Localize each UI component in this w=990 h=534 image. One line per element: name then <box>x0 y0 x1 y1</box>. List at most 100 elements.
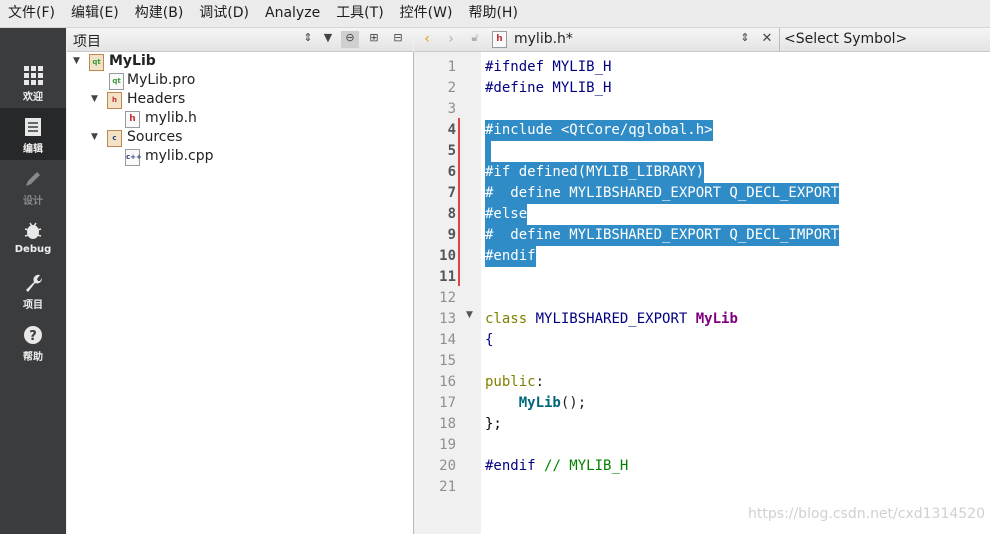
code-line-5 <box>485 141 491 162</box>
menu-help[interactable]: 帮助(H) <box>460 0 525 27</box>
document-icon <box>25 118 41 136</box>
code-line-6: #if defined(MYLIB_LIBRARY) <box>485 162 705 183</box>
lock-icon: 🔓︎ <box>471 31 479 44</box>
back-arrow-icon[interactable]: ‹ <box>418 31 436 48</box>
tree-item-label: mylib.cpp <box>145 148 214 164</box>
sources-folder-icon: c <box>107 130 122 147</box>
fold-arrow-icon[interactable]: ▼ <box>466 310 473 320</box>
line-number: 6 <box>447 164 456 180</box>
line-number: 1 <box>447 59 456 75</box>
menu-analyze[interactable]: Analyze <box>257 0 328 27</box>
code-line-17: MyLib(); <box>518 395 587 411</box>
comment-token: // MYLIB_H <box>544 458 629 474</box>
file-dropdown-icon[interactable]: ⇕ <box>736 31 754 48</box>
code-line-18: }; <box>485 416 502 432</box>
code-line-13: class MYLIBSHARED_EXPORT MyLib <box>485 309 738 330</box>
toolbar-divider <box>779 28 780 51</box>
project-folder-icon: qt <box>89 54 104 71</box>
line-number: 13 <box>439 311 456 327</box>
code-line-16: public: <box>485 374 545 390</box>
line-number: 21 <box>439 479 456 495</box>
endif-token: #endif <box>485 458 536 474</box>
line-number: 16 <box>439 374 456 390</box>
expand-arrow-icon[interactable]: ▼ <box>73 52 80 71</box>
line-number: 2 <box>447 80 456 96</box>
line-number: 10 <box>439 248 456 264</box>
menu-build[interactable]: 构建(B) <box>127 0 192 27</box>
mode-label: 帮助 <box>23 352 43 363</box>
project-pane-header: 项目 ⇕ ▼ ⊖ ⊞ ⊟ <box>67 28 413 52</box>
change-marker <box>458 118 460 286</box>
line-number: 17 <box>439 395 456 411</box>
line-number: 12 <box>439 290 456 306</box>
filter-icon[interactable]: ▼ <box>319 31 337 48</box>
mode-label: 设计 <box>23 196 43 207</box>
wrench-icon <box>26 274 43 292</box>
line-number: 7 <box>447 185 456 201</box>
project-pane-title[interactable]: 项目 <box>73 31 101 51</box>
line-number: 20 <box>439 458 456 474</box>
forward-arrow-icon[interactable]: › <box>442 31 460 48</box>
line-number: 11 <box>439 269 456 285</box>
tree-item-label: MyLib <box>109 53 156 69</box>
pencil-icon <box>26 172 40 186</box>
line-number: 18 <box>439 416 456 432</box>
tree-item-label: mylib.h <box>145 110 197 126</box>
tree-item-label: Headers <box>127 91 186 107</box>
line-number: 14 <box>439 332 456 348</box>
line-number: 3 <box>447 101 456 117</box>
keyword-public: public <box>485 374 536 390</box>
bug-icon <box>24 222 42 239</box>
mode-debug[interactable]: Debug <box>0 212 66 264</box>
expand-arrow-icon[interactable]: ▼ <box>91 128 98 147</box>
menu-edit[interactable]: 编辑(E) <box>63 0 127 27</box>
symbol-selector[interactable]: <Select Symbol> <box>784 31 907 47</box>
editor-toolbar: ‹ › 🔓︎ h mylib.h* ⇕ ✕ <Select Symbol> <box>414 28 990 52</box>
mode-label: 欢迎 <box>23 92 43 103</box>
macro-token: MYLIBSHARED_EXPORT <box>535 311 688 327</box>
class-name-token: MyLib <box>695 311 738 327</box>
line-number: 4 <box>447 122 456 138</box>
code-line-14: { <box>485 332 494 348</box>
menu-tools[interactable]: 工具(T) <box>328 0 391 27</box>
constructor-token: MyLib <box>518 395 561 411</box>
mode-label: Debug <box>14 244 52 255</box>
link-editor-icon[interactable]: ⊖ <box>341 31 359 48</box>
code-line-2: #define MYLIB_H <box>485 80 612 96</box>
mode-edit[interactable]: 编辑 <box>0 108 66 160</box>
project-tree: ▼ qt MyLib qt MyLib.pro ▼ h Headers h my… <box>67 52 414 534</box>
tree-item-label: Sources <box>127 129 183 145</box>
svg-text:?: ? <box>29 329 37 344</box>
code-editor[interactable]: #ifndef MYLIB_H #define MYLIB_H #include… <box>481 52 990 534</box>
mode-label: 编辑 <box>23 144 43 155</box>
mode-design: 设计 <box>0 160 66 212</box>
close-file-icon[interactable]: ✕ <box>758 31 776 48</box>
line-number: 8 <box>447 206 456 222</box>
expand-arrow-icon[interactable]: ▼ <box>91 90 98 109</box>
code-line-1: #ifndef MYLIB_H <box>485 59 612 75</box>
grid-icon <box>24 66 43 85</box>
menu-debug[interactable]: 调试(D) <box>191 0 257 27</box>
close-pane-icon[interactable]: ⊟ <box>389 31 407 48</box>
headers-folder-icon: h <box>107 92 122 109</box>
open-file-name[interactable]: mylib.h* <box>514 31 573 47</box>
code-line-9: # define MYLIBSHARED_EXPORT Q_DECL_IMPOR… <box>485 225 840 246</box>
code-line-20: #endif // MYLIB_H <box>485 456 628 477</box>
code-line-7: # define MYLIBSHARED_EXPORT Q_DECL_EXPOR… <box>485 183 840 204</box>
mode-label: 项目 <box>23 300 43 311</box>
mode-projects[interactable]: 项目 <box>0 264 66 316</box>
keyword-class: class <box>485 311 528 327</box>
header-file-icon: h <box>125 111 140 128</box>
view-select-icon[interactable]: ⇕ <box>299 31 317 48</box>
mode-help[interactable]: ? 帮助 <box>0 316 66 368</box>
code-line-4: #include <QtCore/qglobal.h> <box>485 120 713 141</box>
pro-file-icon: qt <box>109 73 124 90</box>
tree-item-label: MyLib.pro <box>127 72 196 88</box>
line-number: 9 <box>447 227 456 243</box>
mode-welcome[interactable]: 欢迎 <box>0 56 66 108</box>
header-file-icon: h <box>492 31 507 48</box>
line-number: 15 <box>439 353 456 369</box>
menu-widgets[interactable]: 控件(W) <box>392 0 461 27</box>
split-icon[interactable]: ⊞ <box>365 31 383 48</box>
menu-file[interactable]: 文件(F) <box>0 0 63 27</box>
